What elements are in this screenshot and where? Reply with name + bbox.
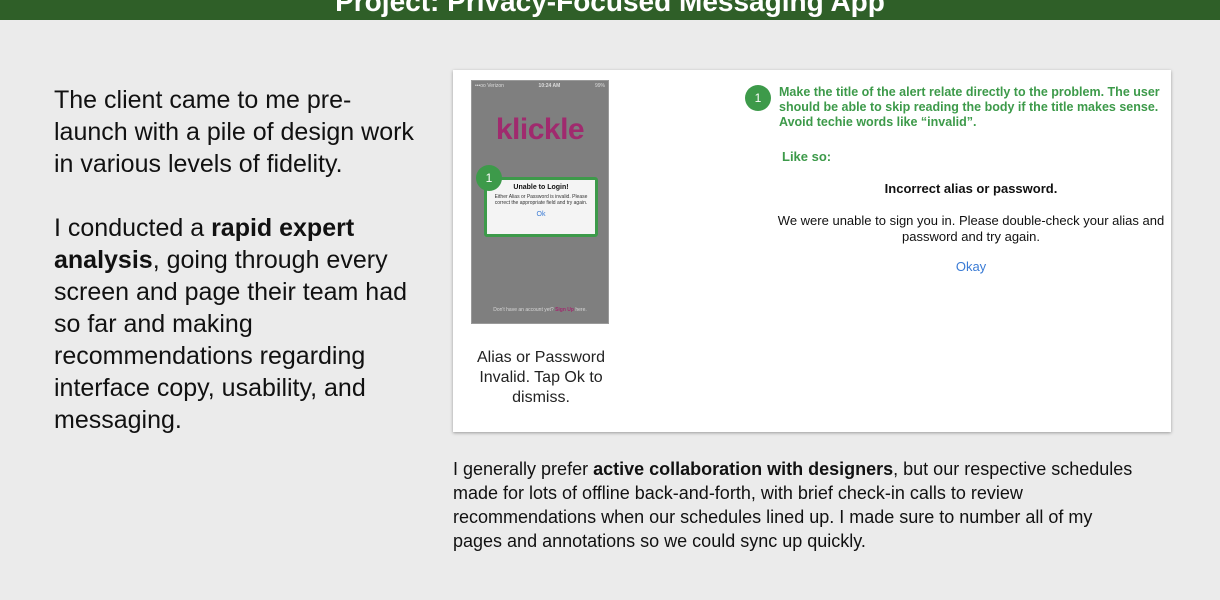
bottom-prefix: I generally prefer	[453, 459, 594, 479]
status-time: 10:24 AM	[538, 83, 561, 89]
sign-up-link[interactable]: Sign Up	[555, 307, 574, 313]
banner-title: Project: Privacy-Focused Messaging App	[335, 0, 885, 17]
app-logo: klickle	[495, 113, 585, 146]
collaboration-paragraph: I generally prefer active collaboration …	[453, 457, 1133, 553]
status-carrier: •••oo Verizon	[475, 83, 504, 89]
footer-suffix: here.	[575, 307, 587, 313]
annotation-badge: 1	[745, 85, 771, 111]
alert-body: Either Alias or Password is invalid. Ple…	[494, 194, 588, 206]
intro-text: The client came to me pre-launch with a …	[54, 84, 424, 436]
status-battery: 99%	[594, 83, 605, 89]
annotation-text: Make the title of the alert relate direc…	[779, 85, 1160, 129]
intro-para2-suffix: , going through every screen and page th…	[54, 246, 408, 434]
intro-paragraph-1: The client came to me pre-launch with a …	[54, 86, 414, 178]
example-alert-body: We were unable to sign you in. Please do…	[777, 213, 1165, 244]
footer-prefix: Don't have an account yet?	[493, 307, 554, 313]
example-okay-button[interactable]: Okay	[771, 259, 1171, 274]
phone-footer: Don't have an account yet? Sign Up here.	[472, 307, 608, 313]
alert-title: Unable to Login!	[513, 184, 569, 191]
phone-status-bar: •••oo Verizon 10:24 AM 99%	[472, 81, 608, 91]
phone-annotation-badge: 1	[476, 165, 502, 191]
like-so-label: Like so:	[782, 149, 832, 164]
intro-para2-prefix: I conducted a	[54, 214, 212, 242]
bottom-bold: active collaboration with designers	[593, 459, 894, 479]
login-alert: Unable to Login! Either Alias or Passwor…	[484, 177, 598, 237]
phone-screenshot: •••oo Verizon 10:24 AM 99% klickle Unabl…	[471, 80, 609, 324]
phone-caption: Alias or Password Invalid. Tap Ok to dis…	[476, 349, 606, 406]
annotation-card: •••oo Verizon 10:24 AM 99% klickle Unabl…	[453, 70, 1171, 432]
example-alert-title: Incorrect alias or password.	[884, 181, 1058, 196]
intro-paragraph-2: I conducted a rapid expert analysis, goi…	[54, 212, 424, 436]
header-banner: Project: Privacy-Focused Messaging App	[0, 0, 1220, 20]
alert-ok-button[interactable]: Ok	[487, 211, 595, 218]
